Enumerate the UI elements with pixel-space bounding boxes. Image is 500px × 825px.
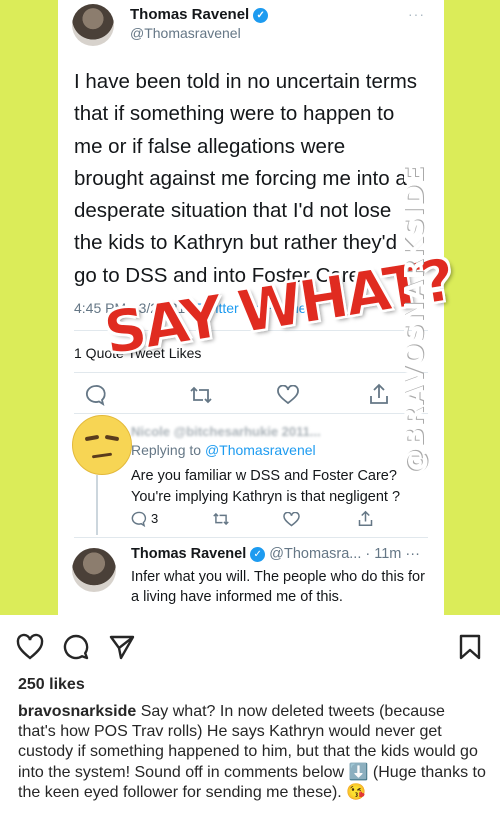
caption-username[interactable]: bravosnarkside	[18, 703, 136, 720]
comment-icon[interactable]	[62, 633, 90, 661]
save-bookmark-icon[interactable]	[456, 633, 484, 661]
avatar	[72, 4, 114, 46]
reply-text: Are you familiar w DSS and Foster Care? …	[131, 468, 401, 505]
more-icon: ···	[408, 6, 425, 22]
reply-icon	[131, 511, 147, 527]
like-icon	[277, 385, 299, 405]
share-icon	[358, 510, 373, 526]
share-direct-icon[interactable]	[108, 633, 136, 661]
reply-icon	[85, 385, 106, 406]
post-image[interactable]: Thomas Ravenel ✓ @Thomasravenel ··· I hav…	[0, 0, 500, 615]
likes-count[interactable]: 250 likes	[18, 676, 85, 694]
reply-count: 3	[151, 511, 159, 526]
unamused-emoji-sticker	[72, 415, 132, 475]
thread-line	[96, 475, 98, 535]
share-icon	[370, 383, 388, 404]
divider	[74, 537, 428, 538]
reply-author: Thomas Ravenel ✓ @Thomasra... · 11m ···	[131, 546, 420, 562]
reply-text: Infer what you will. The people who do t…	[131, 569, 425, 605]
retweet-icon	[213, 512, 229, 526]
tweet-author-name: Thomas Ravenel ✓	[130, 6, 269, 23]
like-icon	[283, 512, 300, 527]
verified-badge-icon: ✓	[250, 547, 266, 562]
replying-to: Replying to @Thomasravenel	[131, 442, 316, 458]
avatar	[72, 548, 116, 592]
tweet-author-handle: @Thomasravenel	[130, 25, 241, 41]
post-action-bar	[0, 615, 500, 675]
post-caption: bravosnarkside Say what? In now deleted …	[18, 703, 486, 801]
verified-badge-icon: ✓	[253, 8, 269, 23]
divider	[74, 372, 428, 373]
divider	[74, 413, 428, 414]
blurred-reply-author: Nicole @bitchesarhukie 2011...	[131, 424, 321, 439]
retweet-icon	[190, 386, 212, 404]
like-heart-icon[interactable]	[16, 633, 44, 661]
